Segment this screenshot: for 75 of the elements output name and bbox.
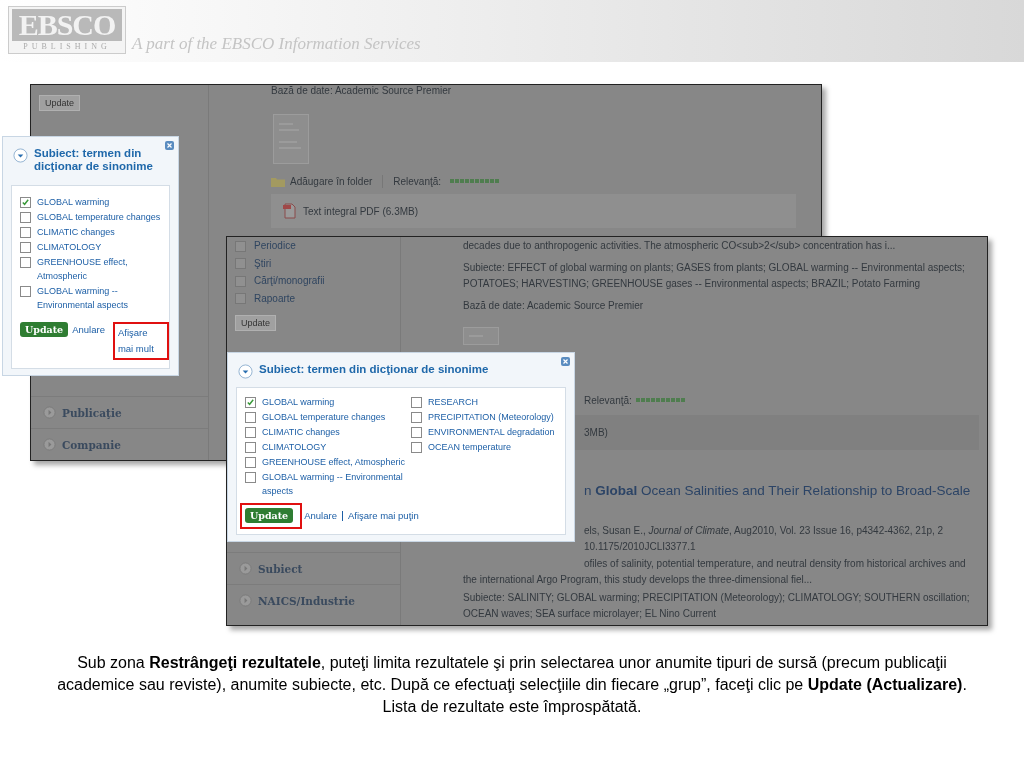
expand-icon <box>239 562 252 575</box>
result-text: POTATOES; HARVESTING; GREENHOUSE gases -- Environmental aspects; BRAZIL; Potato Farming <box>463 277 921 289</box>
close-icon[interactable] <box>561 357 570 366</box>
checkbox[interactable] <box>20 242 31 253</box>
checkbox-label[interactable]: GLOBAL temperature changes <box>37 210 161 224</box>
logo-text: EBSCO <box>12 9 122 41</box>
result-text: ofiles of salinity, potential temperature, and neutral density from historical archives and <box>584 557 966 569</box>
folder-icon <box>271 175 285 187</box>
checkbox[interactable] <box>235 293 246 305</box>
relevance-label: Relevanţă: <box>393 175 442 187</box>
result-text: decades due to anthropogenic activities. The atmospheric CO<sub>2</sub> concentration has i... <box>463 239 896 251</box>
relevance-meter-icon <box>450 179 501 183</box>
result-text: the international Argo Program, this study develops the three-dimensional fiel... <box>463 573 813 585</box>
relevance-meter-icon <box>635 398 686 402</box>
checkbox-label[interactable]: GLOBAL warming <box>262 395 335 409</box>
checkbox-label[interactable]: GLOBAL warming -- Environmental aspects <box>37 284 161 312</box>
checkbox[interactable] <box>411 442 422 453</box>
caption-paragraph: Sub zona Restrângeţi rezultatele, puteţi limita rezultatele şi prin selectarea unor anumite tipuri de sursă (precum publicaţii academice sau reviste), anumite subiecte, etc. După ce efectuaţi selecţiile din fiecare „grup”, faceţi clic pe Update (Actualizare). Lista de rezultate este împrospătată. <box>56 653 968 717</box>
database-text: Bază de date: Academic Source Premier <box>271 85 453 96</box>
checkbox[interactable] <box>235 258 246 270</box>
checkbox[interactable] <box>20 197 31 208</box>
cancel-link[interactable]: Anulare <box>304 508 337 524</box>
expand-icon <box>43 406 56 419</box>
checkbox-label[interactable]: GREENHOUSE effect, Atmospheric <box>37 255 161 283</box>
checkbox-label[interactable]: GREENHOUSE effect, Atmospheric <box>262 455 405 469</box>
checkbox-label[interactable]: GLOBAL warming <box>37 195 110 209</box>
checkbox[interactable] <box>245 442 256 453</box>
popup-title: Subiect: termen din dicţionar de sinonime <box>259 363 489 376</box>
result-text: 10.1175/2010JCLI3377.1 <box>584 540 696 552</box>
checkbox[interactable] <box>245 457 256 468</box>
cancel-link[interactable]: Anulare <box>72 322 105 338</box>
checkbox-label[interactable]: GLOBAL warming -- Environmental aspects <box>262 470 405 498</box>
result-text: els, Susan E., Journal of Climate, Aug2010, Vol. 23 Issue 16, p4342-4362, 21p, 2 <box>584 524 944 536</box>
collapse-icon[interactable] <box>13 148 28 163</box>
checkbox[interactable] <box>245 412 256 423</box>
checkbox[interactable] <box>20 257 31 268</box>
close-icon[interactable] <box>165 141 174 150</box>
checkbox[interactable] <box>20 227 31 238</box>
expand-icon <box>43 438 56 451</box>
show-more-link[interactable]: Afişare mai puţin <box>347 508 419 524</box>
checkbox[interactable] <box>411 427 422 438</box>
checkbox-label[interactable]: ENVIRONMENTAL degradation <box>428 425 555 439</box>
checkbox[interactable] <box>235 240 246 252</box>
checkbox[interactable] <box>245 472 256 483</box>
relevance-label: Relevanţă: <box>584 394 632 406</box>
checkbox[interactable] <box>245 427 256 438</box>
checkbox[interactable] <box>245 397 256 408</box>
checkbox-label[interactable]: CLIMATIC changes <box>37 225 115 239</box>
checkbox[interactable] <box>20 212 31 223</box>
checkbox[interactable] <box>411 412 422 423</box>
checkbox-label[interactable]: RESEARCH <box>428 395 478 409</box>
expand-icon <box>239 594 252 607</box>
full-text-pdf-link[interactable]: Text integral PDF (6.3MB) <box>303 205 419 217</box>
checkbox-label[interactable]: CLIMATOLOGY <box>262 440 327 454</box>
checkbox-label[interactable]: GLOBAL temperature changes <box>262 410 386 424</box>
update-button[interactable]: Update <box>39 95 81 111</box>
result-text: Subiecte: SALINITY; GLOBAL warming; PRECIPITATION (Meteorology); CLIMATOLOGY; SOUTHERN oscillation; <box>463 591 970 603</box>
checkbox[interactable] <box>20 286 31 297</box>
update-button[interactable]: Update <box>20 322 69 337</box>
checkbox-label[interactable]: OCEAN temperature <box>428 440 512 454</box>
popup-title: Subiect: termen din dicţionar de sinonime <box>34 147 154 173</box>
result-text: Subiecte: EFFECT of global warming on plants; GASES from plants; GLOBAL warming -- Environmental aspects; <box>463 261 965 273</box>
update-button[interactable]: Update <box>235 315 277 331</box>
logo-subtitle: PUBLISHING <box>23 41 111 52</box>
result-text: Bază de date: Academic Source Premier <box>463 299 644 311</box>
update-button[interactable]: Update <box>245 508 294 523</box>
show-more-link[interactable]: Afişare mai mult <box>117 325 164 357</box>
pdf-icon <box>283 203 297 219</box>
result-text: OCEAN waves; SEA surface microlayer; EL Nino Current <box>463 607 717 619</box>
checkbox[interactable] <box>235 275 246 287</box>
checkbox-label[interactable]: CLIMATIC changes <box>262 425 340 439</box>
checkbox-label[interactable]: CLIMATOLOGY <box>37 240 102 254</box>
checkbox[interactable] <box>411 397 422 408</box>
checkbox-label[interactable]: PRECIPITATION (Meteorology) <box>428 410 554 424</box>
collapse-icon[interactable] <box>238 364 253 379</box>
